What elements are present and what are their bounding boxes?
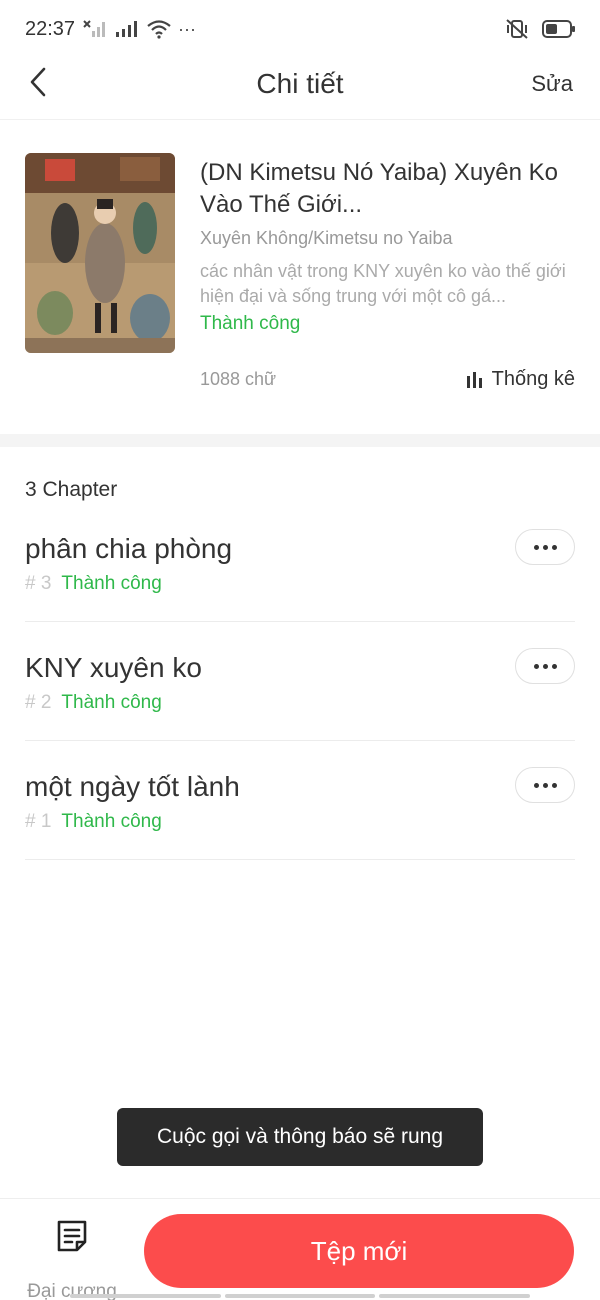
chapter-row[interactable]: một ngày tốt lành # 1 Thành công (25, 741, 575, 860)
section-divider (0, 434, 600, 447)
more-dot (551, 782, 557, 788)
outline-button[interactable]: Đại cương (22, 1217, 122, 1300)
chapter-title: một ngày tốt lành (25, 771, 240, 802)
signal-off-icon (83, 20, 105, 37)
status-bar: 22:37 ··· (0, 0, 600, 58)
home-indicator (70, 1294, 531, 1298)
chapter-more-button[interactable] (515, 648, 575, 684)
page-title: Chi tiết (256, 68, 344, 99)
signal-icon (116, 21, 137, 37)
book-card: (DN Kimetsu Nó Yaiba) Xuyên Ko Vào Thế G… (0, 120, 600, 434)
document-list-icon (57, 1220, 87, 1252)
stats-button[interactable]: Thống kê (466, 368, 575, 391)
chapter-more-button[interactable] (515, 767, 575, 803)
more-dot (533, 544, 539, 550)
chapter-count: 3 Chapter (25, 478, 118, 501)
bottom-bar: Đại cương Tệp mới (0, 1198, 600, 1300)
more-dot (533, 782, 539, 788)
status-time: 22:37 (25, 18, 76, 40)
book-description: các nhân vật trong KNY xuyên ko vào thế … (200, 261, 566, 306)
chapter-status: Thành công (61, 811, 162, 832)
more-dot (551, 663, 557, 669)
more-dot (542, 544, 548, 550)
chapter-meta: # 3 Thành công (25, 573, 162, 595)
status-icons-right (504, 18, 576, 40)
new-file-button[interactable]: Tệp mới (144, 1214, 574, 1288)
more-dot (542, 782, 548, 788)
chapter-list: phân chia phòng # 3 Thành công KNY xuyên… (25, 503, 575, 860)
chapter-title: phân chia phòng (25, 533, 233, 564)
more-status-icon: ··· (178, 18, 196, 39)
chapter-number: # 2 (25, 692, 52, 713)
wifi-icon (147, 20, 171, 39)
chapter-meta: # 1 Thành công (25, 811, 162, 833)
book-cover-image[interactable] (25, 153, 175, 353)
more-dot (551, 544, 557, 550)
book-tags: Xuyên Không/Kimetsu no Yaiba (200, 228, 453, 248)
cover-illustration (25, 153, 175, 353)
edit-button[interactable]: Sửa (531, 71, 573, 97)
app-header: Chi tiết Sửa (0, 58, 600, 120)
word-count: 1088 chữ (200, 369, 277, 389)
battery-icon (542, 20, 575, 38)
chapter-title: KNY xuyên ko (25, 652, 202, 683)
chapter-number: # 3 (25, 573, 52, 594)
chapter-status: Thành công (61, 573, 162, 594)
chapter-row[interactable]: KNY xuyên ko # 2 Thành công (25, 622, 575, 741)
status-icons-left: ··· (82, 18, 196, 40)
bar-chart-icon (466, 371, 482, 388)
chapter-number: # 1 (25, 811, 52, 832)
chapter-meta: # 2 Thành công (25, 692, 162, 714)
book-status: Thành công (200, 313, 301, 334)
more-dot (533, 663, 539, 669)
more-dot (542, 663, 548, 669)
chapter-more-button[interactable] (515, 529, 575, 565)
stats-label: Thống kê (491, 368, 575, 390)
book-title: (DN Kimetsu Nó Yaiba) Xuyên Ko Vào Thế G… (200, 159, 558, 218)
chapter-row[interactable]: phân chia phòng # 3 Thành công (25, 503, 575, 622)
vibrate-icon (506, 19, 528, 39)
chapter-status: Thành công (61, 692, 162, 713)
toast-message: Cuộc gọi và thông báo sẽ rung (117, 1108, 483, 1166)
